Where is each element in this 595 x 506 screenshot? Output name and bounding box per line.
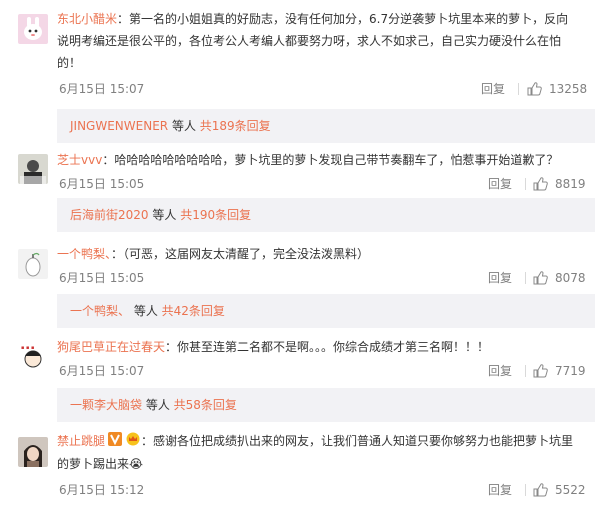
reply-button[interactable]: 回复 xyxy=(488,173,512,195)
comment-body: 芝士vvv：哈哈哈哈哈哈哈哈哈，萝卜坑里的萝卜发现自己带节奏翻车了，怕惹事开始道… xyxy=(57,149,587,195)
comment-body: 一个鸭梨、：（可恶，这届网友太清醒了，完全没法泼黑料） 6月15日 15:05 … xyxy=(57,243,587,289)
like-button[interactable]: 5522 xyxy=(533,479,587,501)
comment-text: ：第一名的小姐姐真的好励志，没有任何加分，6.7分逆袭萝卜坑里本来的萝卜，反向 xyxy=(117,12,569,26)
sub-reply-user[interactable]: 一个鸭梨、 xyxy=(70,304,130,318)
divider xyxy=(525,178,526,190)
thumbs-up-icon xyxy=(527,82,542,96)
sub-replies: 后海前街2020 等人 共190条回复 xyxy=(57,198,595,232)
avatar[interactable] xyxy=(18,14,48,44)
like-button[interactable]: 7719 xyxy=(533,360,587,382)
avatar[interactable] xyxy=(18,249,48,279)
username-link[interactable]: 芝士vvv xyxy=(57,153,102,167)
more-replies-link[interactable]: 共189条回复 xyxy=(200,119,271,133)
avatar[interactable] xyxy=(18,437,48,467)
comment-list: 东北小醋米：第一名的小姐姐真的好励志，没有任何加分，6.7分逆袭萝卜坑里本来的萝… xyxy=(0,0,595,506)
comment-date: 6月15日 15:07 xyxy=(59,82,145,96)
svg-text:▪ ▪ ▪: ▪ ▪ ▪ xyxy=(21,345,34,351)
like-button[interactable]: 8819 xyxy=(533,173,587,195)
comment-date: 6月15日 15:12 xyxy=(59,482,145,497)
sub-replies: 一个鸭梨、 等人 共42条回复 xyxy=(57,294,595,328)
comment-text: ：哈哈哈哈哈哈哈哈哈，萝卜坑里的萝卜发现自己带节奏翻车了，怕惹事开始道歉了？ xyxy=(102,153,559,167)
comment-meta: 6月15日 15:12 回复 5522 xyxy=(57,479,587,501)
comment-meta: 6月15日 15:07 回复 13258 xyxy=(57,78,587,100)
sub-reply-mid: 等人 xyxy=(148,208,181,222)
sub-reply-mid: 等人 xyxy=(168,119,200,133)
like-count: 7719 xyxy=(555,364,586,378)
comment-text: ：（可恶，这届网友太清醒了，完全没法泼黑料） xyxy=(111,247,370,261)
username-link[interactable]: 东北小醋米 xyxy=(57,12,117,26)
comment-body: 狗尾巴草正在过春天：你甚至连第二名都不是啊。。。你综合成绩才第三名啊！！！ 6月… xyxy=(57,336,587,382)
comment-date: 6月15日 15:05 xyxy=(59,271,145,285)
comment-text: ：你甚至连第二名都不是啊。。。你综合成绩才第三名啊！！！ xyxy=(165,340,490,354)
sub-replies: JINGWENWENER 等人 共189条回复 xyxy=(57,109,595,143)
like-button[interactable]: 13258 xyxy=(527,78,587,100)
comment-body: 东北小醋米：第一名的小姐姐真的好励志，没有任何加分，6.7分逆袭萝卜坑里本来的萝… xyxy=(57,8,587,100)
comment-date: 6月15日 15:05 xyxy=(59,177,145,191)
username-link[interactable]: 狗尾巴草正在过春天 xyxy=(57,340,165,354)
sub-replies: 一颗李大脑袋 等人 共58条回复 xyxy=(57,388,595,422)
comment-meta: 6月15日 15:05 回复 8819 xyxy=(57,173,587,195)
sub-reply-mid: 等人 xyxy=(142,398,174,412)
comment-meta: 6月15日 15:07 回复 7719 xyxy=(57,360,587,382)
like-count: 8819 xyxy=(555,177,586,191)
reply-button[interactable]: 回复 xyxy=(488,360,512,382)
thumbs-up-icon xyxy=(533,364,548,378)
divider xyxy=(525,365,526,377)
like-count: 5522 xyxy=(555,482,586,497)
crown-badge-icon xyxy=(125,431,141,453)
username-link[interactable]: 一个鸭梨、 xyxy=(57,247,111,261)
like-count: 8078 xyxy=(555,271,586,285)
sub-reply-mid: 等人 xyxy=(130,304,162,318)
reply-button[interactable]: 回复 xyxy=(488,479,512,501)
like-count: 13258 xyxy=(549,82,588,96)
comment-body: 禁止跳腿 ：感谢各位把成绩扒出来的网友，让我们普通人知道只要你够努力也能把萝卜坑里… xyxy=(57,430,587,501)
vip-badge-icon xyxy=(108,431,123,453)
divider xyxy=(518,83,519,95)
reply-button[interactable]: 回复 xyxy=(481,78,505,100)
comment-text: 的！ xyxy=(57,56,82,70)
like-button[interactable]: 8078 xyxy=(533,267,587,289)
thumbs-up-icon xyxy=(533,177,548,191)
thumbs-up-icon xyxy=(533,271,548,285)
more-replies-link[interactable]: 共58条回复 xyxy=(174,398,237,412)
more-replies-link[interactable]: 共42条回复 xyxy=(162,304,225,318)
comment-meta: 6月15日 15:05 回复 8078 xyxy=(57,267,587,289)
sub-reply-user[interactable]: 后海前街2020 xyxy=(70,208,149,222)
divider xyxy=(525,272,526,284)
reply-button[interactable]: 回复 xyxy=(488,267,512,289)
divider xyxy=(525,483,526,496)
comment-text: 说明考编还是很公平的，各位考公人考编人都要努力呀，求人不如求己，自己实力硬没什么… xyxy=(57,34,562,48)
comment-text: ：感谢各位把成绩扒出来的网友，让我们普通人知道只要你够努力也能把萝卜坑里 xyxy=(141,434,574,448)
thumbs-up-icon xyxy=(533,482,548,496)
avatar[interactable] xyxy=(18,154,48,184)
avatar[interactable]: ▪ ▪ ▪ xyxy=(18,342,48,372)
sub-reply-user[interactable]: 一颗李大脑袋 xyxy=(70,398,142,412)
comment-date: 6月15日 15:07 xyxy=(59,364,145,378)
comment-text: 的萝卜踢出来😭 xyxy=(57,456,144,471)
username-link[interactable]: 禁止跳腿 xyxy=(57,434,105,448)
sub-reply-user[interactable]: JINGWENWENER xyxy=(70,119,168,133)
more-replies-link[interactable]: 共190条回复 xyxy=(180,208,251,222)
